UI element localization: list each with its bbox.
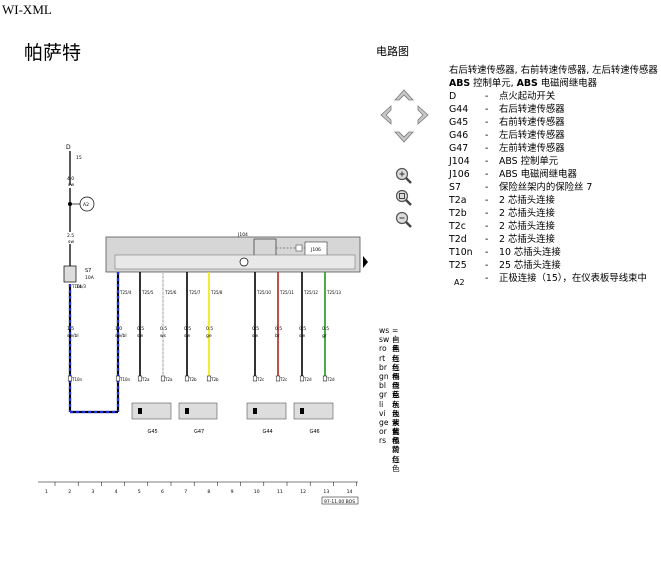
wire-gauge-label: 2.5 — [67, 233, 74, 239]
fuse-amp-label: 10A — [85, 275, 95, 281]
pin-label: T25/8 — [210, 290, 223, 295]
wiring-diagram: D 15 4.0 sw A2 2.5 sw S7 10A T4 J104 J10… — [38, 144, 368, 505]
a2-label: A2 — [83, 202, 89, 208]
wire-gauge-label: 0.5 — [299, 326, 306, 332]
scale-number: 14 — [347, 489, 353, 495]
wire-color-label: sw — [68, 183, 74, 188]
fuse-s7 — [63, 265, 77, 283]
connector-label: T2b — [188, 377, 197, 382]
motor-symbol — [239, 257, 249, 267]
scale-number: 13 — [323, 489, 329, 495]
scale-number: 6 — [161, 489, 164, 495]
wire-gauge-label: 1.0 — [115, 326, 122, 332]
connector-label: T2c — [256, 377, 264, 382]
wire-gauge-label: 0.5 — [184, 326, 191, 332]
sensor-g45 — [131, 402, 172, 420]
sensor-label: G47 — [194, 429, 204, 435]
pin-label: T25/11 — [279, 290, 294, 295]
wire-color-label: br — [275, 333, 280, 339]
scale-number: 7 — [184, 489, 187, 495]
wire-color-label: sw — [252, 334, 258, 339]
connector-label: T2d — [303, 377, 312, 382]
pin-label: T10n/3 — [71, 284, 86, 289]
wire-color-label: sw/bl — [67, 333, 79, 339]
scale-number: 9 — [231, 489, 234, 495]
continuation-arrow-icon — [363, 256, 368, 268]
sensor-element — [300, 408, 304, 414]
pin-label: T25/5 — [141, 290, 154, 295]
sensor-label: G46 — [310, 429, 320, 435]
sensor-g44 — [246, 402, 287, 420]
wire-gauge-label: 0.5 — [322, 326, 329, 332]
wire-gauge-label: 0.5 — [275, 326, 282, 332]
wire-group: T10n/31.5sw/blT10nT25/41.0sw/blT10nT25/5… — [67, 272, 341, 435]
relay-coil — [295, 244, 303, 252]
scale-number: 3 — [91, 489, 94, 495]
scale-number: 5 — [138, 489, 141, 495]
wire-color-label: sw — [137, 334, 143, 339]
connector-label: T2c — [279, 377, 287, 382]
wire-gauge-label: 0.5 — [137, 326, 144, 332]
pin-label: T25/13 — [326, 290, 341, 295]
fuse-label: S7 — [85, 268, 91, 274]
pin-label: T25/10 — [256, 290, 271, 295]
sensor-element — [185, 408, 189, 414]
j106-label: J106 — [310, 247, 321, 253]
wire-color-label: sw — [68, 240, 74, 245]
scale-number: 10 — [254, 489, 260, 495]
wire-color-label: sw — [299, 334, 305, 339]
connector-label: T2a — [141, 377, 150, 382]
sensor-label: G45 — [148, 429, 158, 435]
wire-gauge-label: 4.0 — [67, 176, 74, 182]
wire-color-label: ws — [160, 334, 167, 339]
scale-number: 2 — [68, 489, 71, 495]
sensor-g47 — [178, 402, 218, 420]
wire-gauge-label: 0.5 — [206, 326, 213, 332]
wire-color-label: sw — [184, 334, 190, 339]
wire-gauge-label: 0.5 — [160, 326, 167, 332]
wire-color-label: sw/bl — [115, 333, 127, 339]
scale-number: 8 — [207, 489, 210, 495]
connector-label: T10n — [71, 377, 83, 382]
pin-label: T25/4 — [119, 290, 132, 295]
wire-gauge-label: 1.5 — [67, 326, 74, 332]
scale-group: 1 2 3 4 5 6 7 8 9 10 11 12 13 14 — [45, 482, 357, 495]
pin-label: T25/7 — [188, 290, 201, 295]
connector-strip — [114, 254, 356, 270]
connector-label: T2d — [326, 377, 335, 382]
connector-label: T2b — [210, 377, 219, 382]
wire-color-label: ge — [206, 334, 212, 339]
sensor-label: G44 — [263, 429, 273, 435]
wire-gauge-label: 0.5 — [252, 326, 259, 332]
d-pin-label: 15 — [76, 155, 82, 161]
connector-label: T10n — [119, 377, 131, 382]
connector-label: T2a — [164, 377, 173, 382]
sensor-element — [253, 408, 257, 414]
pin-label: T25/6 — [164, 290, 177, 295]
ignition-switch-label: D — [66, 144, 71, 151]
relay-j106-housing — [253, 238, 277, 257]
j104-label: J104 — [237, 232, 248, 238]
scale-number: 11 — [277, 489, 283, 495]
sensor-element — [138, 408, 142, 414]
scale-number: 12 — [300, 489, 306, 495]
pin-label: T25/12 — [303, 290, 318, 295]
doc-number: 97-11.00 BOS — [324, 499, 355, 505]
sensor-g46 — [293, 402, 334, 420]
scale-number: 4 — [115, 489, 118, 495]
scale-number: 1 — [45, 489, 48, 495]
wire-color-label: gr — [322, 333, 327, 339]
